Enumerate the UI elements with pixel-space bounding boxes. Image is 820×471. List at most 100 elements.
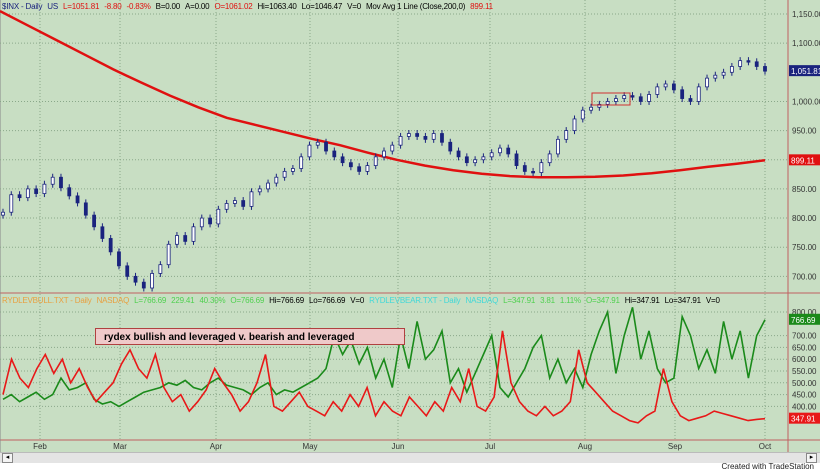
candle-body xyxy=(406,133,411,137)
price-tick-label: 1,000.00 xyxy=(792,97,820,106)
candle-body xyxy=(315,141,320,146)
candle-body xyxy=(564,130,569,140)
candle-body xyxy=(216,208,221,225)
candle-body xyxy=(92,214,97,228)
candle-body xyxy=(713,74,718,79)
candle-body xyxy=(290,168,295,172)
candle-body xyxy=(332,150,337,158)
candle-body xyxy=(473,159,478,164)
candle-body xyxy=(249,191,254,207)
month-label-jun: Jun xyxy=(392,442,405,451)
bull-exchange: NASDAQ xyxy=(96,296,130,305)
candle-body xyxy=(514,153,519,166)
candle-body xyxy=(299,156,304,169)
candle-body xyxy=(100,226,105,239)
candle-body xyxy=(572,118,577,132)
candle-body xyxy=(83,202,88,216)
indicator-tick-label: 650.00 xyxy=(792,343,817,352)
bear-change: 3.81 xyxy=(540,296,555,305)
candle-body xyxy=(589,106,593,111)
chart-canvas: Feb Mar Apr May Jun Jul Aug Sep Oct 1,150.00 1,100… xyxy=(0,0,820,452)
month-label-feb: Feb xyxy=(33,442,47,451)
bear-low: Lo=347.91 xyxy=(664,296,701,305)
candle-body xyxy=(498,147,502,154)
horizontal-scrollbar[interactable] xyxy=(0,452,820,463)
last-price-tag: 1,051.81 xyxy=(791,67,820,76)
price-tick-label: 850.00 xyxy=(792,185,817,194)
bear-last: L=347.91 xyxy=(503,296,536,305)
price-tick-label: 950.00 xyxy=(792,127,817,136)
candle-body xyxy=(431,133,436,140)
scroll-left-button[interactable]: ◂ xyxy=(2,453,13,463)
candle-body xyxy=(141,281,146,289)
candle-body xyxy=(241,200,246,207)
high: Hi=1063.40 xyxy=(257,2,297,11)
indicator-tick-label: 550.00 xyxy=(792,367,817,376)
candle-body xyxy=(125,265,130,277)
candle-body xyxy=(456,150,461,158)
bull-pct: 40.30% xyxy=(199,296,226,305)
month-label-oct: Oct xyxy=(759,442,772,451)
candle-body xyxy=(531,171,535,174)
candle-body xyxy=(622,95,627,99)
candle-body xyxy=(754,61,759,67)
footer-credit: Created with TradeStation xyxy=(721,462,815,471)
bear-value-tag: 347.91 xyxy=(791,415,816,424)
month-label-mar: Mar xyxy=(113,442,127,451)
study-name: Mov Avg 1 Line (Close,200,0) xyxy=(365,2,466,11)
price-tick-label: 750.00 xyxy=(792,243,817,252)
candle-body xyxy=(398,136,403,146)
candle-body xyxy=(547,153,552,164)
open: O=1061.02 xyxy=(214,2,253,11)
candle-body xyxy=(696,86,701,102)
candle-body xyxy=(489,152,494,158)
candle-body xyxy=(357,166,362,172)
candle-body xyxy=(647,94,651,102)
ma-value-tag: 899.11 xyxy=(791,156,815,165)
annotation-box: rydex bullish and leveraged v. bearish a… xyxy=(95,328,405,345)
bid: B=0.00 xyxy=(155,2,181,11)
candle-body xyxy=(133,275,138,283)
candle-body xyxy=(373,156,378,166)
candle-body xyxy=(175,235,179,245)
candle-body xyxy=(34,188,39,194)
candle-body xyxy=(580,109,585,120)
indicator-tick-label: 700.00 xyxy=(792,332,817,341)
price-tick-label: 1,100.00 xyxy=(792,39,820,48)
candle-body xyxy=(655,86,660,95)
candle-body xyxy=(614,98,618,102)
candle-body xyxy=(67,187,72,197)
candle-body xyxy=(233,200,237,204)
candle-body xyxy=(25,188,30,199)
candle-body xyxy=(266,182,270,190)
candle-body xyxy=(663,83,668,88)
candle-body xyxy=(1,211,5,216)
bull-open: O=766.69 xyxy=(230,296,265,305)
bull-symbol: RYDLEVBULL.TXT - Daily xyxy=(2,296,92,305)
bear-high: Hi=347.91 xyxy=(624,296,660,305)
bear-open: O=347.91 xyxy=(585,296,620,305)
candle-body xyxy=(729,66,734,73)
price-tick-label: 700.00 xyxy=(792,272,817,281)
candle-body xyxy=(721,71,726,76)
candle-body xyxy=(191,226,196,242)
bear-symbol: RYDLEVBEAR.TXT - Daily xyxy=(369,296,461,305)
candle-body xyxy=(448,141,453,152)
candle-body xyxy=(440,133,444,143)
candle-body xyxy=(506,147,511,155)
symbol: $INX - Daily xyxy=(2,2,43,11)
price-tick-label: 800.00 xyxy=(792,214,817,223)
bull-low: Lo=766.69 xyxy=(309,296,346,305)
month-label-aug: Aug xyxy=(578,442,592,451)
change: -8.80 xyxy=(104,2,122,11)
candle-body xyxy=(688,98,693,102)
bull-high: Hi=766.69 xyxy=(269,296,305,305)
indicator-tick-label: 500.00 xyxy=(792,379,817,388)
last: L=1051.81 xyxy=(63,2,100,11)
candle-body xyxy=(9,194,14,213)
bull-volume: V=0 xyxy=(350,296,365,305)
ask: A=0.00 xyxy=(185,2,210,11)
candle-body xyxy=(117,251,121,267)
candle-body xyxy=(746,60,751,63)
month-label-apr: Apr xyxy=(210,442,223,451)
